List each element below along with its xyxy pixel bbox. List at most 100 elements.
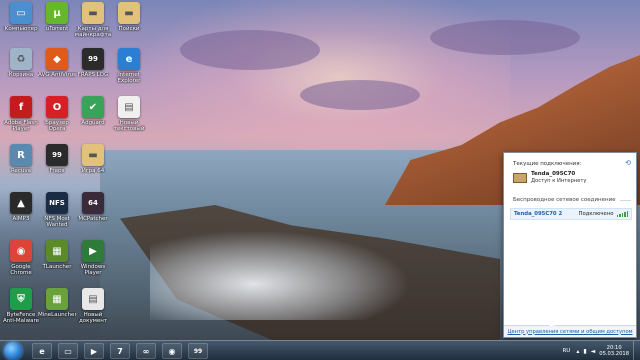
desktop-icon[interactable]: ✔ Adguard bbox=[74, 96, 112, 142]
desktop-icon-label: uTorrent bbox=[45, 26, 69, 32]
document-icon: ▤ bbox=[82, 288, 104, 310]
desktop-icon-label: ByteFence Anti-Malware bbox=[3, 312, 39, 324]
current-network: Tenda_095C70 Доступ к Интернету bbox=[513, 171, 586, 185]
desktop-icon-label: Компьютер bbox=[4, 26, 38, 32]
current-network-status: Доступ к Интернету bbox=[531, 178, 587, 184]
desktop-icon[interactable]: ▶ Windows Player bbox=[74, 240, 112, 286]
desktop-icon[interactable]: NFS NFS Most Wanted bbox=[38, 192, 76, 238]
desktop-icon-label: Игра 64 bbox=[81, 168, 105, 174]
media-player-icon: ▶ bbox=[82, 240, 104, 262]
minelauncher-icon: ▦ bbox=[46, 288, 68, 310]
volume-icon[interactable]: ◄ bbox=[591, 348, 596, 355]
desktop-icon[interactable]: ⛨ ByteFence Anti-Malware bbox=[2, 288, 40, 334]
nfs-icon: NFS bbox=[46, 192, 68, 214]
avg-icon: ◆ bbox=[46, 48, 68, 70]
current-connections-heading: Текущие подключения: bbox=[513, 161, 582, 167]
desktop-icon-label: Корзина bbox=[8, 72, 34, 78]
desktop-icon[interactable]: O Браузер Opera bbox=[38, 96, 76, 142]
fraps-log-icon: 99 bbox=[82, 48, 104, 70]
desktop-icon-label: MineLauncher bbox=[38, 312, 76, 318]
media-player-icon[interactable]: ▶ bbox=[84, 343, 104, 359]
desktop-icon-label: Windows Player bbox=[80, 264, 106, 276]
explorer-icon[interactable]: ▭ bbox=[58, 343, 78, 359]
fraps-icon: 99 bbox=[46, 144, 68, 166]
tray-arrow-icon[interactable]: ▴ bbox=[576, 348, 579, 355]
wifi-network-state: Подключено bbox=[578, 211, 614, 217]
desktop-icon-label: Карты для майнкрафта bbox=[74, 26, 112, 38]
desktop-icon[interactable]: ▦ TLauncher bbox=[38, 240, 76, 286]
visual-studio-icon[interactable]: ∞ bbox=[136, 343, 156, 359]
recycle-bin-icon: ♻ bbox=[10, 48, 32, 70]
desktop-icon[interactable]: R Recuva bbox=[2, 144, 40, 190]
network-sharing-center-link[interactable]: Центр управления сетями и общим доступом bbox=[507, 329, 632, 335]
wifi-network-row[interactable]: Tenda_095C70 2 Подключено bbox=[510, 208, 632, 220]
desktop-icon[interactable]: µ uTorrent bbox=[38, 2, 76, 48]
show-desktop-button[interactable] bbox=[633, 341, 640, 360]
bytefence-icon: ⛨ bbox=[10, 288, 32, 310]
network-tray-icon[interactable]: ▮ bbox=[583, 348, 586, 355]
desktop-icon-label: AVG AntiVirus bbox=[38, 72, 76, 78]
desktop-icon-label: Adguard bbox=[81, 120, 105, 126]
folder-icon: ▬ bbox=[82, 144, 104, 166]
desktop-icon[interactable]: ▬ Игра 64 bbox=[74, 144, 112, 190]
wallpaper-cloud bbox=[300, 80, 420, 110]
desktop-icon[interactable]: f Adobe Flash Player bbox=[2, 96, 40, 142]
wifi-network-name: Tenda_095C70 2 bbox=[514, 211, 563, 217]
start-button[interactable] bbox=[4, 342, 22, 360]
wallpaper-cloud bbox=[180, 30, 320, 70]
desktop-icon-label: AIMP3 bbox=[12, 216, 30, 222]
desktop-icon[interactable]: ▬ Карты для майнкрафта bbox=[74, 2, 112, 48]
wireless-section-label: Беспроводное сетевое соединение bbox=[513, 197, 616, 203]
desktop-icon-label: Браузер Opera bbox=[45, 120, 69, 132]
text-document-icon: ▤ bbox=[118, 96, 140, 118]
desktop-icon-label: Internet Explorer bbox=[117, 72, 141, 84]
taskbar: e ▭ ▶ 7 ∞ ◉ 99 RU ▴ ▮ ◄ 20:10 05.03.2018 bbox=[0, 340, 640, 360]
folder-icon: ▬ bbox=[118, 2, 140, 24]
signal-strength-icon bbox=[616, 211, 628, 217]
desktop-icon[interactable]: ▦ MineLauncher bbox=[38, 288, 76, 334]
wireless-section-title: Беспроводное сетевое соединение bbox=[513, 197, 631, 203]
desktop-icon-label: Recuva bbox=[10, 168, 32, 174]
desktop-icon[interactable]: e Internet Explorer bbox=[110, 48, 148, 94]
recuva-icon: R bbox=[10, 144, 32, 166]
desktop-icon[interactable]: ▤ Новый текстовый bbox=[110, 96, 148, 142]
desktop-icon[interactable]: ▤ Новый документ bbox=[74, 288, 112, 334]
ie-icon[interactable]: e bbox=[32, 343, 52, 359]
language-indicator[interactable]: RU bbox=[562, 348, 570, 354]
desktop-icon-label: Новый текстовый bbox=[113, 120, 145, 132]
desktop-icon[interactable]: ▬ Пойски bbox=[110, 2, 148, 48]
adguard-icon: ✔ bbox=[82, 96, 104, 118]
section-divider bbox=[619, 199, 631, 201]
fraps-icon[interactable]: 99 bbox=[188, 343, 208, 359]
desktop-icon[interactable]: 99 Fraps bbox=[38, 144, 76, 190]
desktop-icon-label: Adobe Flash Player bbox=[4, 120, 38, 132]
current-network-name: Tenda_095C70 bbox=[531, 171, 576, 177]
popup-footer: Центр управления сетями и общим доступом bbox=[504, 325, 636, 337]
network-icon bbox=[513, 173, 527, 183]
tlauncher-icon: ▦ bbox=[46, 240, 68, 262]
desktop-icon[interactable]: ▭ Компьютер bbox=[2, 2, 40, 48]
desktop-icon-label: Пойски bbox=[118, 26, 140, 32]
chrome-icon[interactable]: ◉ bbox=[162, 343, 182, 359]
desktop-icon-label: Новый документ bbox=[78, 312, 108, 324]
wallpaper-foam bbox=[150, 230, 410, 320]
desktop-icon-label: Fraps bbox=[49, 168, 65, 174]
desktop-icon[interactable]: 99 FRAPS LOG bbox=[74, 48, 112, 94]
desktop-icon[interactable]: ◆ AVG AntiVirus bbox=[38, 48, 76, 94]
opera-icon: O bbox=[46, 96, 68, 118]
windows-logo-icon[interactable]: 7 bbox=[110, 343, 130, 359]
refresh-icon[interactable]: ⟲ bbox=[625, 159, 631, 167]
desktop-icon-label: TLauncher bbox=[42, 264, 72, 270]
desktop-icon-label: Google Chrome bbox=[10, 264, 32, 276]
clock[interactable]: 20:10 05.03.2018 bbox=[599, 345, 629, 358]
clock-date: 05.03.2018 bbox=[599, 351, 629, 357]
desktop-icon[interactable]: ◉ Google Chrome bbox=[2, 240, 40, 286]
utorrent-icon: µ bbox=[46, 2, 68, 24]
wallpaper-cloud bbox=[430, 20, 580, 55]
desktop-icon[interactable]: 64 MCPatcher bbox=[74, 192, 112, 238]
desktop-icon[interactable]: ♻ Корзина bbox=[2, 48, 40, 94]
mcpatcher-icon: 64 bbox=[82, 192, 104, 214]
desktop-icon[interactable]: ▲ AIMP3 bbox=[2, 192, 40, 238]
ie-icon: e bbox=[118, 48, 140, 70]
chrome-icon: ◉ bbox=[10, 240, 32, 262]
